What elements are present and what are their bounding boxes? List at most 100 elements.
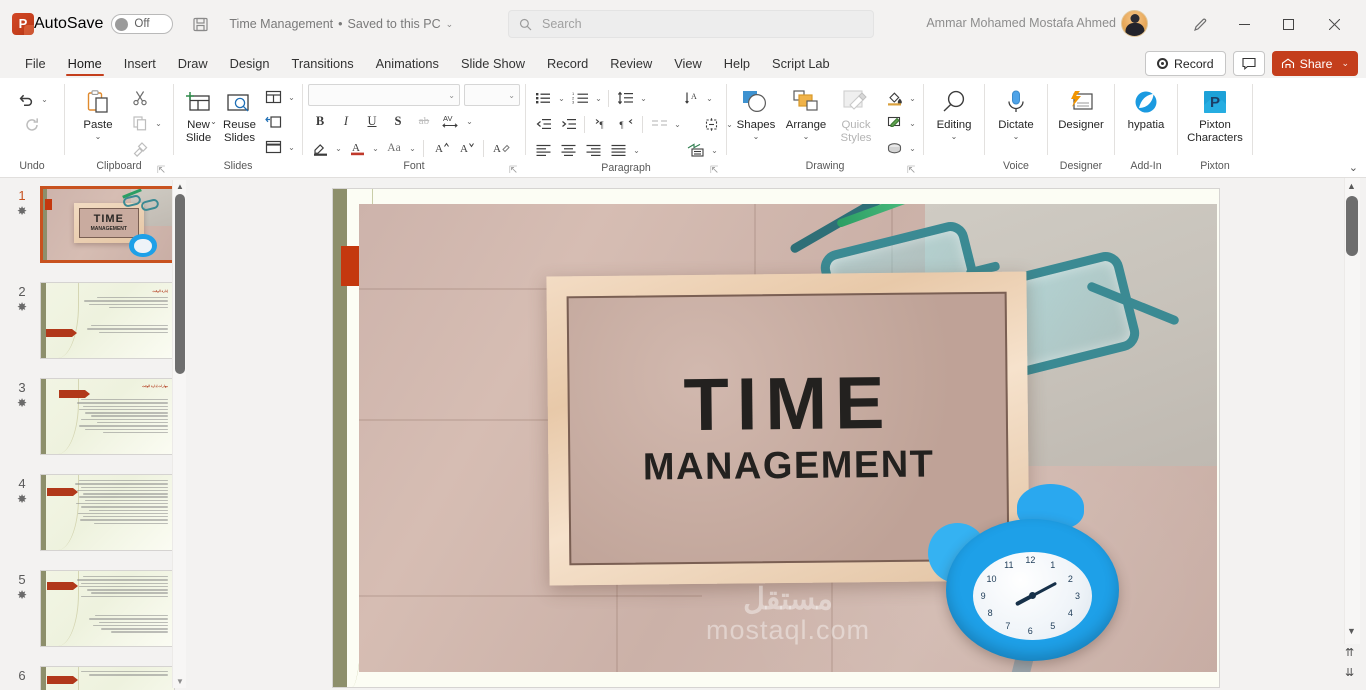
arrange-button[interactable]: Arrange ⌄	[782, 84, 830, 145]
clear-formatting-icon[interactable]: A	[489, 136, 513, 160]
thumbnail-card-4[interactable]	[40, 474, 175, 551]
shape-effects-chevron-down-icon[interactable]: ⌄	[907, 144, 918, 153]
slide-thumbnail-2[interactable]: 2 ✸ إدارة الوقت	[0, 274, 188, 370]
section-icon[interactable]	[261, 135, 285, 159]
shape-fill-chevron-down-icon[interactable]: ⌄	[907, 94, 918, 103]
animation-star-icon-2[interactable]: ✸	[4, 300, 40, 314]
align-text-icon[interactable]	[699, 112, 723, 136]
quick-styles-button[interactable]: Quick Styles	[832, 84, 880, 148]
columns-chevron-down-icon[interactable]: ⌄	[672, 120, 683, 129]
share-button[interactable]: Share ⌄	[1271, 51, 1358, 76]
autosave-toggle[interactable]: Off	[111, 14, 174, 34]
cut-icon[interactable]	[128, 86, 152, 110]
bullets-icon[interactable]	[531, 86, 555, 110]
text-direction-icon[interactable]: A	[679, 86, 703, 110]
layout-chevron-down-icon[interactable]: ⌄	[286, 93, 297, 102]
hypatia-button[interactable]: hypatia	[1120, 84, 1172, 135]
strikethrough-button[interactable]: ab	[412, 109, 436, 133]
thumbnail-card-2[interactable]: إدارة الوقت	[40, 282, 175, 359]
reset-icon[interactable]	[261, 110, 285, 134]
shapes-chevron-down-icon[interactable]: ⌄	[753, 132, 760, 142]
document-title-area[interactable]: Time Management • Saved to this PC ⌄	[229, 17, 453, 31]
tab-draw[interactable]: Draw	[167, 53, 219, 78]
designer-button[interactable]: Designer	[1053, 84, 1109, 135]
animation-star-icon-4[interactable]: ✸	[4, 492, 40, 506]
tab-record[interactable]: Record	[536, 53, 599, 78]
maximize-button[interactable]	[1266, 8, 1310, 40]
share-chevron-down-icon[interactable]: ⌄	[1341, 58, 1349, 69]
slide-thumbnail-3[interactable]: 3 ✸ مهارات إدارة الوقت	[0, 370, 188, 466]
chevron-down-icon[interactable]: ⌄	[446, 19, 454, 30]
scroll-up-button[interactable]: ▲	[1347, 181, 1356, 191]
change-case-button[interactable]: Aa	[382, 136, 406, 160]
record-button[interactable]: Record	[1144, 51, 1226, 76]
align-left-icon[interactable]	[531, 138, 555, 162]
close-button[interactable]	[1312, 8, 1356, 40]
align-center-icon[interactable]	[556, 138, 580, 162]
justify-icon[interactable]	[606, 138, 630, 162]
paragraph-dialog-launcher[interactable]: ⇱	[710, 165, 722, 177]
comments-button[interactable]	[1232, 51, 1265, 76]
reuse-slides-button[interactable]: Reuse Slides	[220, 84, 259, 148]
convert-to-smartart-icon[interactable]	[684, 138, 708, 162]
tab-insert[interactable]: Insert	[113, 53, 167, 78]
animation-star-icon-5[interactable]: ✸	[4, 588, 40, 602]
line-spacing-icon[interactable]	[613, 86, 637, 110]
bold-button[interactable]: B	[308, 109, 332, 133]
line-spacing-chevron-down-icon[interactable]: ⌄	[638, 94, 649, 103]
copy-icon[interactable]	[128, 111, 152, 135]
editing-chevron-down-icon[interactable]: ⌄	[951, 132, 958, 142]
increase-indent-icon[interactable]	[556, 112, 580, 136]
thumbnail-scroll-down-button[interactable]: ▼	[175, 677, 185, 686]
drawing-dialog-launcher[interactable]: ⇱	[907, 165, 919, 177]
text-direction-chevron-down-icon[interactable]: ⌄	[704, 94, 715, 103]
italic-button[interactable]: I	[334, 109, 358, 133]
justify-chevron-down-icon[interactable]: ⌄	[631, 146, 642, 155]
thumbnail-scrollbar[interactable]: ▲ ▼	[172, 180, 186, 688]
thumbnail-card-5[interactable]	[40, 570, 175, 647]
animation-star-icon-3[interactable]: ✸	[4, 396, 40, 410]
font-name-chevron-down-icon[interactable]: ⌄	[448, 91, 455, 100]
slide-area-scrollbar[interactable]: ▲ ▼ ⇈ ⇊	[1330, 178, 1366, 690]
underline-button[interactable]: U	[360, 109, 384, 133]
font-size-select[interactable]: ⌄	[464, 84, 520, 106]
arrange-chevron-down-icon[interactable]: ⌄	[803, 132, 810, 142]
shape-effects-icon[interactable]	[882, 136, 906, 160]
thumbnail-card-6[interactable]	[40, 666, 175, 690]
undo-icon[interactable]	[14, 87, 38, 111]
thumbnail-scroll-thumb[interactable]	[175, 194, 185, 374]
tab-design[interactable]: Design	[219, 53, 281, 78]
scroll-down-button[interactable]: ▼	[1347, 626, 1356, 636]
tab-help[interactable]: Help	[713, 53, 761, 78]
change-case-chevron-down-icon[interactable]: ⌄	[407, 144, 418, 153]
thumbnail-card-3[interactable]: مهارات إدارة الوقت	[40, 378, 175, 455]
editing-button[interactable]: Editing ⌄	[929, 84, 979, 145]
columns-icon[interactable]	[647, 112, 671, 136]
format-painter-icon[interactable]	[128, 136, 152, 160]
copy-chevron-down-icon[interactable]: ⌄	[153, 119, 164, 128]
slide-thumbnail-6[interactable]: 6	[0, 658, 188, 690]
scrollbar-thumb[interactable]	[1346, 196, 1358, 256]
dictate-button[interactable]: Dictate ⌄	[990, 84, 1042, 145]
numbering-icon[interactable]: 1 2 3	[568, 86, 592, 110]
tab-home[interactable]: Home	[57, 53, 113, 78]
tab-script-lab[interactable]: Script Lab	[761, 53, 841, 78]
layout-icon[interactable]	[261, 85, 285, 109]
current-slide[interactable]: TIME MANAGEMENT 12 1 2 3 4 5 6 7 8 9 10 …	[332, 188, 1220, 688]
character-spacing-button[interactable]: AV	[438, 109, 462, 133]
ink-pen-icon[interactable]	[1178, 8, 1222, 40]
thumbnail-scroll-up-button[interactable]: ▲	[175, 182, 185, 191]
character-spacing-chevron-down-icon[interactable]: ⌄	[464, 117, 475, 126]
numbering-chevron-down-icon[interactable]: ⌄	[593, 94, 604, 103]
section-chevron-down-icon[interactable]: ⌄	[286, 143, 297, 152]
shape-outline-chevron-down-icon[interactable]: ⌄	[907, 119, 918, 128]
shape-outline-icon[interactable]	[882, 111, 906, 135]
increase-font-size-button[interactable]: A	[429, 136, 453, 160]
smartart-chevron-down-icon[interactable]: ⌄	[709, 146, 720, 155]
bullets-chevron-down-icon[interactable]: ⌄	[556, 94, 567, 103]
tab-view[interactable]: View	[663, 53, 713, 78]
decrease-font-size-button[interactable]: A	[454, 136, 478, 160]
avatar[interactable]	[1121, 10, 1148, 37]
search-input[interactable]	[542, 17, 842, 31]
align-right-icon[interactable]	[581, 138, 605, 162]
